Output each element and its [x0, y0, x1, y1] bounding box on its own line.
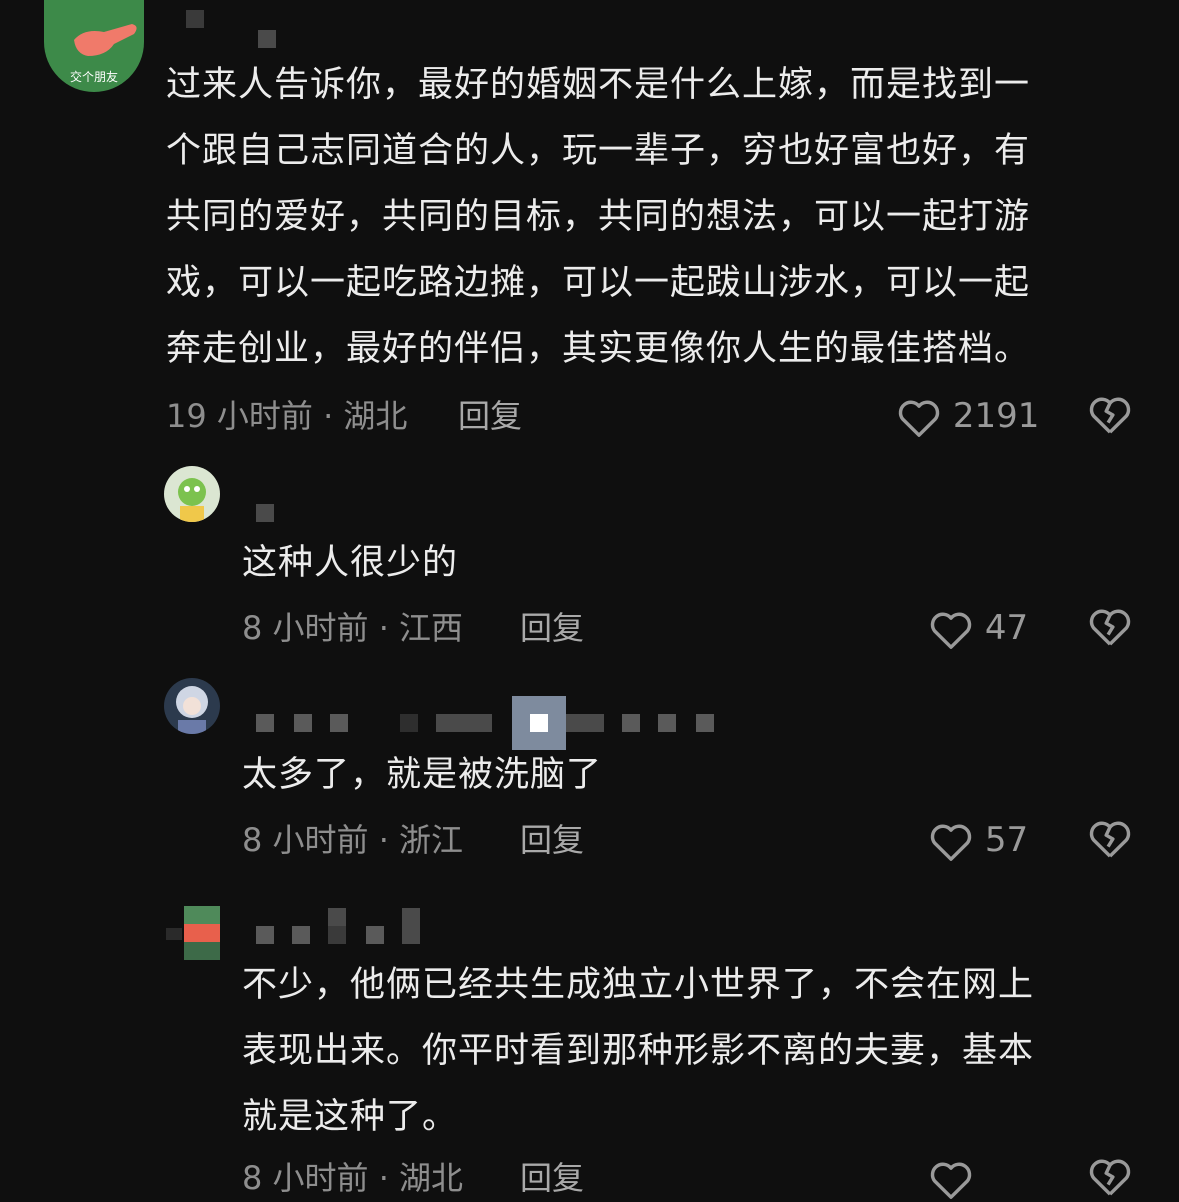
avatar[interactable]: [164, 678, 220, 734]
dislike-button[interactable]: [1087, 818, 1133, 864]
comment-3: 太多了，就是被洗脑了 8 小时前 · 浙江 回复 57: [0, 678, 1179, 888]
broken-heart-icon: [1089, 397, 1131, 434]
like-button[interactable]: 47: [928, 606, 1028, 650]
avatar[interactable]: [164, 466, 220, 522]
username-redacted[interactable]: [240, 484, 300, 524]
like-button[interactable]: [928, 1156, 974, 1200]
comment-time: 19 小时前 · 湖北: [166, 397, 408, 435]
like-count: 2191: [952, 396, 1040, 436]
comment-meta: 8 小时前 · 浙江 回复: [242, 820, 662, 860]
comment-meta: 8 小时前 · 湖北 回复: [242, 1158, 662, 1198]
like-button[interactable]: 2191: [896, 394, 1039, 438]
broken-heart-icon: [1089, 821, 1131, 858]
cartoon-avatar-icon: [178, 478, 206, 522]
heart-outline-icon: [930, 1162, 972, 1199]
like-button[interactable]: 57: [928, 818, 1028, 862]
avatar[interactable]: [164, 906, 220, 962]
broken-heart-icon: [1089, 1159, 1131, 1196]
comment-2: 这种人很少的 8 小时前 · 江西 回复 47: [0, 466, 1179, 666]
comment-meta: 19 小时前 · 湖北 回复: [166, 396, 586, 436]
dislike-button[interactable]: [1087, 606, 1133, 652]
avatar[interactable]: 交个朋友: [44, 0, 144, 92]
comment-text: 过来人告诉你，最好的婚姻不是什么上嫁，而是找到一 个跟自己志同道合的人，玩一辈子…: [166, 65, 1031, 369]
comment-meta: 8 小时前 · 江西 回复: [242, 608, 662, 648]
reply-button[interactable]: 回复: [520, 820, 584, 860]
comment-time: 8 小时前 · 浙江: [242, 821, 464, 859]
dislike-button[interactable]: [1087, 1156, 1133, 1202]
broken-heart-icon: [1089, 609, 1131, 646]
comment-time: 8 小时前 · 湖北: [242, 1159, 464, 1197]
heart-outline-icon: [930, 612, 972, 649]
dislike-button[interactable]: [1087, 394, 1133, 440]
comment-text: 这种人很少的: [242, 543, 459, 583]
avatar-label: 交个朋友: [69, 70, 118, 84]
comment-4: 不少，他俩已经共生成独立小世界了，不会在网上 表现出来。你平时看到那种形影不离的…: [0, 900, 1179, 1199]
reply-button[interactable]: 回复: [458, 396, 522, 436]
anime-avatar-icon: [176, 686, 208, 734]
like-count: 57: [984, 820, 1029, 860]
heart-outline-icon: [930, 824, 972, 861]
username-redacted[interactable]: [180, 10, 290, 50]
username-redacted[interactable]: [240, 904, 440, 954]
heart-outline-icon: [898, 400, 940, 437]
username-redacted[interactable]: [240, 688, 720, 750]
comment-text: 太多了，就是被洗脑了: [242, 755, 603, 795]
comment-1: 交个朋友 过来人告诉你，最好的婚姻不是什么上嫁，而是找到一 个跟自己志同道合的人…: [0, 0, 1179, 450]
comment-time: 8 小时前 · 江西: [242, 609, 464, 647]
comment-text: 不少，他俩已经共生成独立小世界了，不会在网上 表现出来。你平时看到那种形影不离的…: [242, 965, 1035, 1137]
reply-button[interactable]: 回复: [520, 608, 584, 648]
like-count: 47: [984, 608, 1029, 648]
reply-button[interactable]: 回复: [520, 1158, 584, 1198]
pixelated-avatar-icon: [166, 906, 220, 960]
